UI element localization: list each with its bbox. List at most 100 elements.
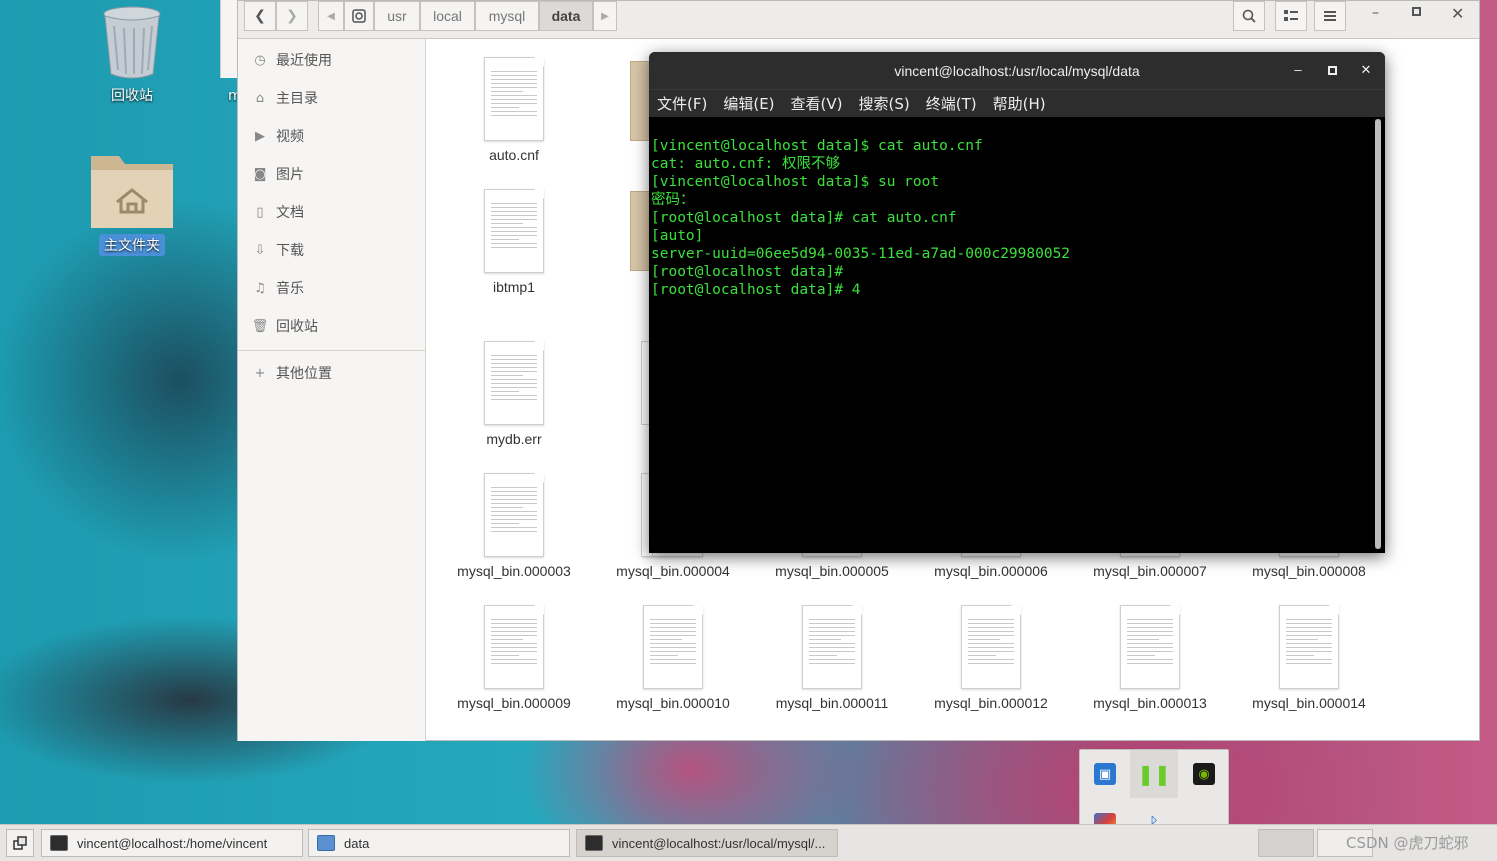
menu-file[interactable]: 文件(F) — [657, 93, 707, 114]
crumb-mysql[interactable]: mysql — [475, 1, 539, 31]
file-name: mysql_bin.000011 — [775, 695, 889, 711]
scrollbar-thumb[interactable] — [1375, 119, 1381, 549]
sidebar-item-video[interactable]: ▶ 视频 — [250, 124, 304, 148]
workspace-switcher[interactable] — [1258, 829, 1314, 857]
terminal-title: vincent@localhost:/usr/local/mysql/data — [894, 62, 1140, 79]
text-file-icon — [961, 605, 1021, 689]
file-item[interactable]: auto.cnf — [444, 57, 584, 163]
crumb-root-icon[interactable] — [344, 1, 374, 31]
file-item[interactable]: mysql_bin.000012 — [921, 605, 1061, 711]
file-item[interactable]: mysql_bin.000009 — [444, 605, 584, 711]
menu-button[interactable] — [1314, 1, 1346, 31]
terminal-scrollbar[interactable] — [1375, 119, 1381, 549]
task-terminal-data[interactable]: vincent@localhost:/usr/local/mysql/... — [576, 829, 838, 857]
file-item[interactable]: mysql_bin.000013 — [1080, 605, 1220, 711]
close-icon[interactable]: ✕ — [1358, 62, 1374, 78]
minimize-icon[interactable]: – — [1290, 62, 1306, 77]
text-file-icon — [1279, 605, 1339, 689]
file-name: auto.cnf — [489, 147, 539, 163]
sidebar-item-label: 音乐 — [276, 281, 304, 297]
search-icon — [1242, 9, 1256, 23]
sidebar-item-documents[interactable]: ▯ 文档 — [250, 200, 304, 224]
task-terminal-home[interactable]: vincent@localhost:/home/vincent — [41, 829, 303, 857]
close-icon[interactable]: ✕ — [1451, 4, 1464, 23]
maximize-icon[interactable] — [1324, 62, 1340, 77]
desktop-icon-trash[interactable]: 回收站 — [77, 4, 187, 106]
home-icon: ⌂ — [255, 90, 265, 106]
terminal-line: [auto] — [651, 228, 704, 244]
sidebar-item-label: 视频 — [276, 129, 304, 145]
task-label: vincent@localhost:/home/vincent — [77, 835, 268, 851]
sidebar-item-home[interactable]: ⌂ 主目录 — [250, 86, 318, 110]
crumb-right-arrow[interactable]: ▶ — [593, 1, 617, 31]
sidebar-item-label: 最近使用 — [276, 53, 332, 69]
menu-view[interactable]: 查看(V) — [791, 93, 843, 114]
trash-icon — [103, 6, 161, 79]
crumb-left-arrow[interactable]: ◀ — [318, 1, 344, 31]
sidebar-item-label: 回收站 — [276, 319, 318, 335]
text-file-icon — [484, 473, 544, 557]
terminal-line: server-uuid=06ee5d94-0035-11ed-a7ad-000c… — [651, 246, 1071, 262]
file-item[interactable]: ibtmp1 — [444, 189, 584, 295]
file-name: mysql_bin.000010 — [616, 695, 730, 711]
terminal-line: [vincent@localhost data]$ cat auto.cnf — [651, 138, 983, 154]
download-icon: ⇩ — [254, 242, 266, 258]
hamburger-icon — [1324, 11, 1336, 21]
maximize-icon[interactable] — [1412, 7, 1421, 16]
sidebar-item-label: 主目录 — [276, 91, 318, 107]
watermark: CSDN @虎刀蛇邪 — [1346, 834, 1469, 852]
menu-help[interactable]: 帮助(H) — [993, 93, 1046, 114]
sidebar-item-pictures[interactable]: ◙ 图片 — [250, 162, 304, 186]
file-item[interactable]: mydb.err — [444, 341, 584, 447]
menu-edit[interactable]: 编辑(E) — [723, 93, 774, 114]
file-name: mysql_bin.000014 — [1252, 695, 1366, 711]
file-name: mysql_bin.000005 — [775, 563, 889, 579]
desktop-icon-home-folder[interactable]: 主文件夹 — [77, 146, 187, 256]
sidebar-item-label: 图片 — [276, 167, 304, 183]
document-icon: ▯ — [256, 204, 264, 220]
terminal-menubar: 文件(F) 编辑(E) 查看(V) 搜索(S) 终端(T) 帮助(H) — [649, 89, 1385, 117]
text-file-icon — [484, 605, 544, 689]
text-file-icon — [484, 189, 544, 273]
task-label: vincent@localhost:/usr/local/mysql/... — [612, 835, 826, 851]
file-item[interactable]: mysql_bin.000014 — [1239, 605, 1379, 711]
file-item[interactable]: mysql_bin.000010 — [603, 605, 743, 711]
file-name: mysql_bin.000003 — [457, 563, 571, 579]
file-name: mysql_bin.000013 — [1093, 695, 1207, 711]
file-item[interactable]: mysql_bin.000003 — [444, 473, 584, 579]
menu-search[interactable]: 搜索(S) — [859, 93, 910, 114]
sidebar-item-recent[interactable]: ◷ 最近使用 — [250, 48, 332, 72]
sidebar-item-music[interactable]: ♫ 音乐 — [250, 276, 304, 300]
crumb-local[interactable]: local — [420, 1, 475, 31]
sidebar-item-other-locations[interactable]: + 其他位置 — [250, 361, 332, 385]
text-file-icon — [643, 605, 703, 689]
file-name: mysql_bin.000012 — [934, 695, 1048, 711]
menu-terminal[interactable]: 终端(T) — [926, 93, 977, 114]
bookmark-app-icon[interactable]: ❚❚ — [1137, 762, 1171, 786]
sidebar-item-trash[interactable]: 🗑 回收站 — [250, 314, 318, 338]
file-item[interactable]: mysql_bin.000011 — [762, 605, 902, 711]
network-manager-icon[interactable]: ▣ — [1094, 763, 1116, 785]
back-button[interactable]: ❮ — [244, 1, 276, 31]
file-name: ibtmp1 — [492, 279, 536, 295]
minimize-icon[interactable]: – — [1372, 5, 1379, 21]
task-file-manager[interactable]: data — [308, 829, 570, 857]
crumb-data[interactable]: data — [539, 1, 593, 31]
file-name: mysql_bin.000004 — [616, 563, 730, 579]
forward-button[interactable]: ❯ — [276, 1, 308, 31]
picture-icon: ◙ — [253, 166, 267, 182]
music-icon: ♫ — [254, 280, 266, 296]
terminal-output[interactable]: [vincent@localhost data]$ cat auto.cnf ca… — [651, 119, 1373, 549]
show-desktop-button[interactable] — [6, 829, 34, 857]
drive-icon — [352, 9, 366, 23]
sidebar-item-downloads[interactable]: ⇩ 下载 — [250, 238, 304, 262]
text-file-icon — [802, 605, 862, 689]
view-toggle-button[interactable] — [1275, 1, 1307, 31]
terminal-icon — [50, 835, 68, 851]
file-name: mysql_bin.000007 — [1093, 563, 1207, 579]
crumb-usr[interactable]: usr — [374, 1, 420, 31]
search-button[interactable] — [1233, 1, 1265, 31]
nvidia-icon[interactable]: ◉ — [1193, 763, 1215, 785]
terminal-line: [vincent@localhost data]$ su root — [651, 174, 940, 190]
file-name: mysql_bin.000009 — [457, 695, 571, 711]
